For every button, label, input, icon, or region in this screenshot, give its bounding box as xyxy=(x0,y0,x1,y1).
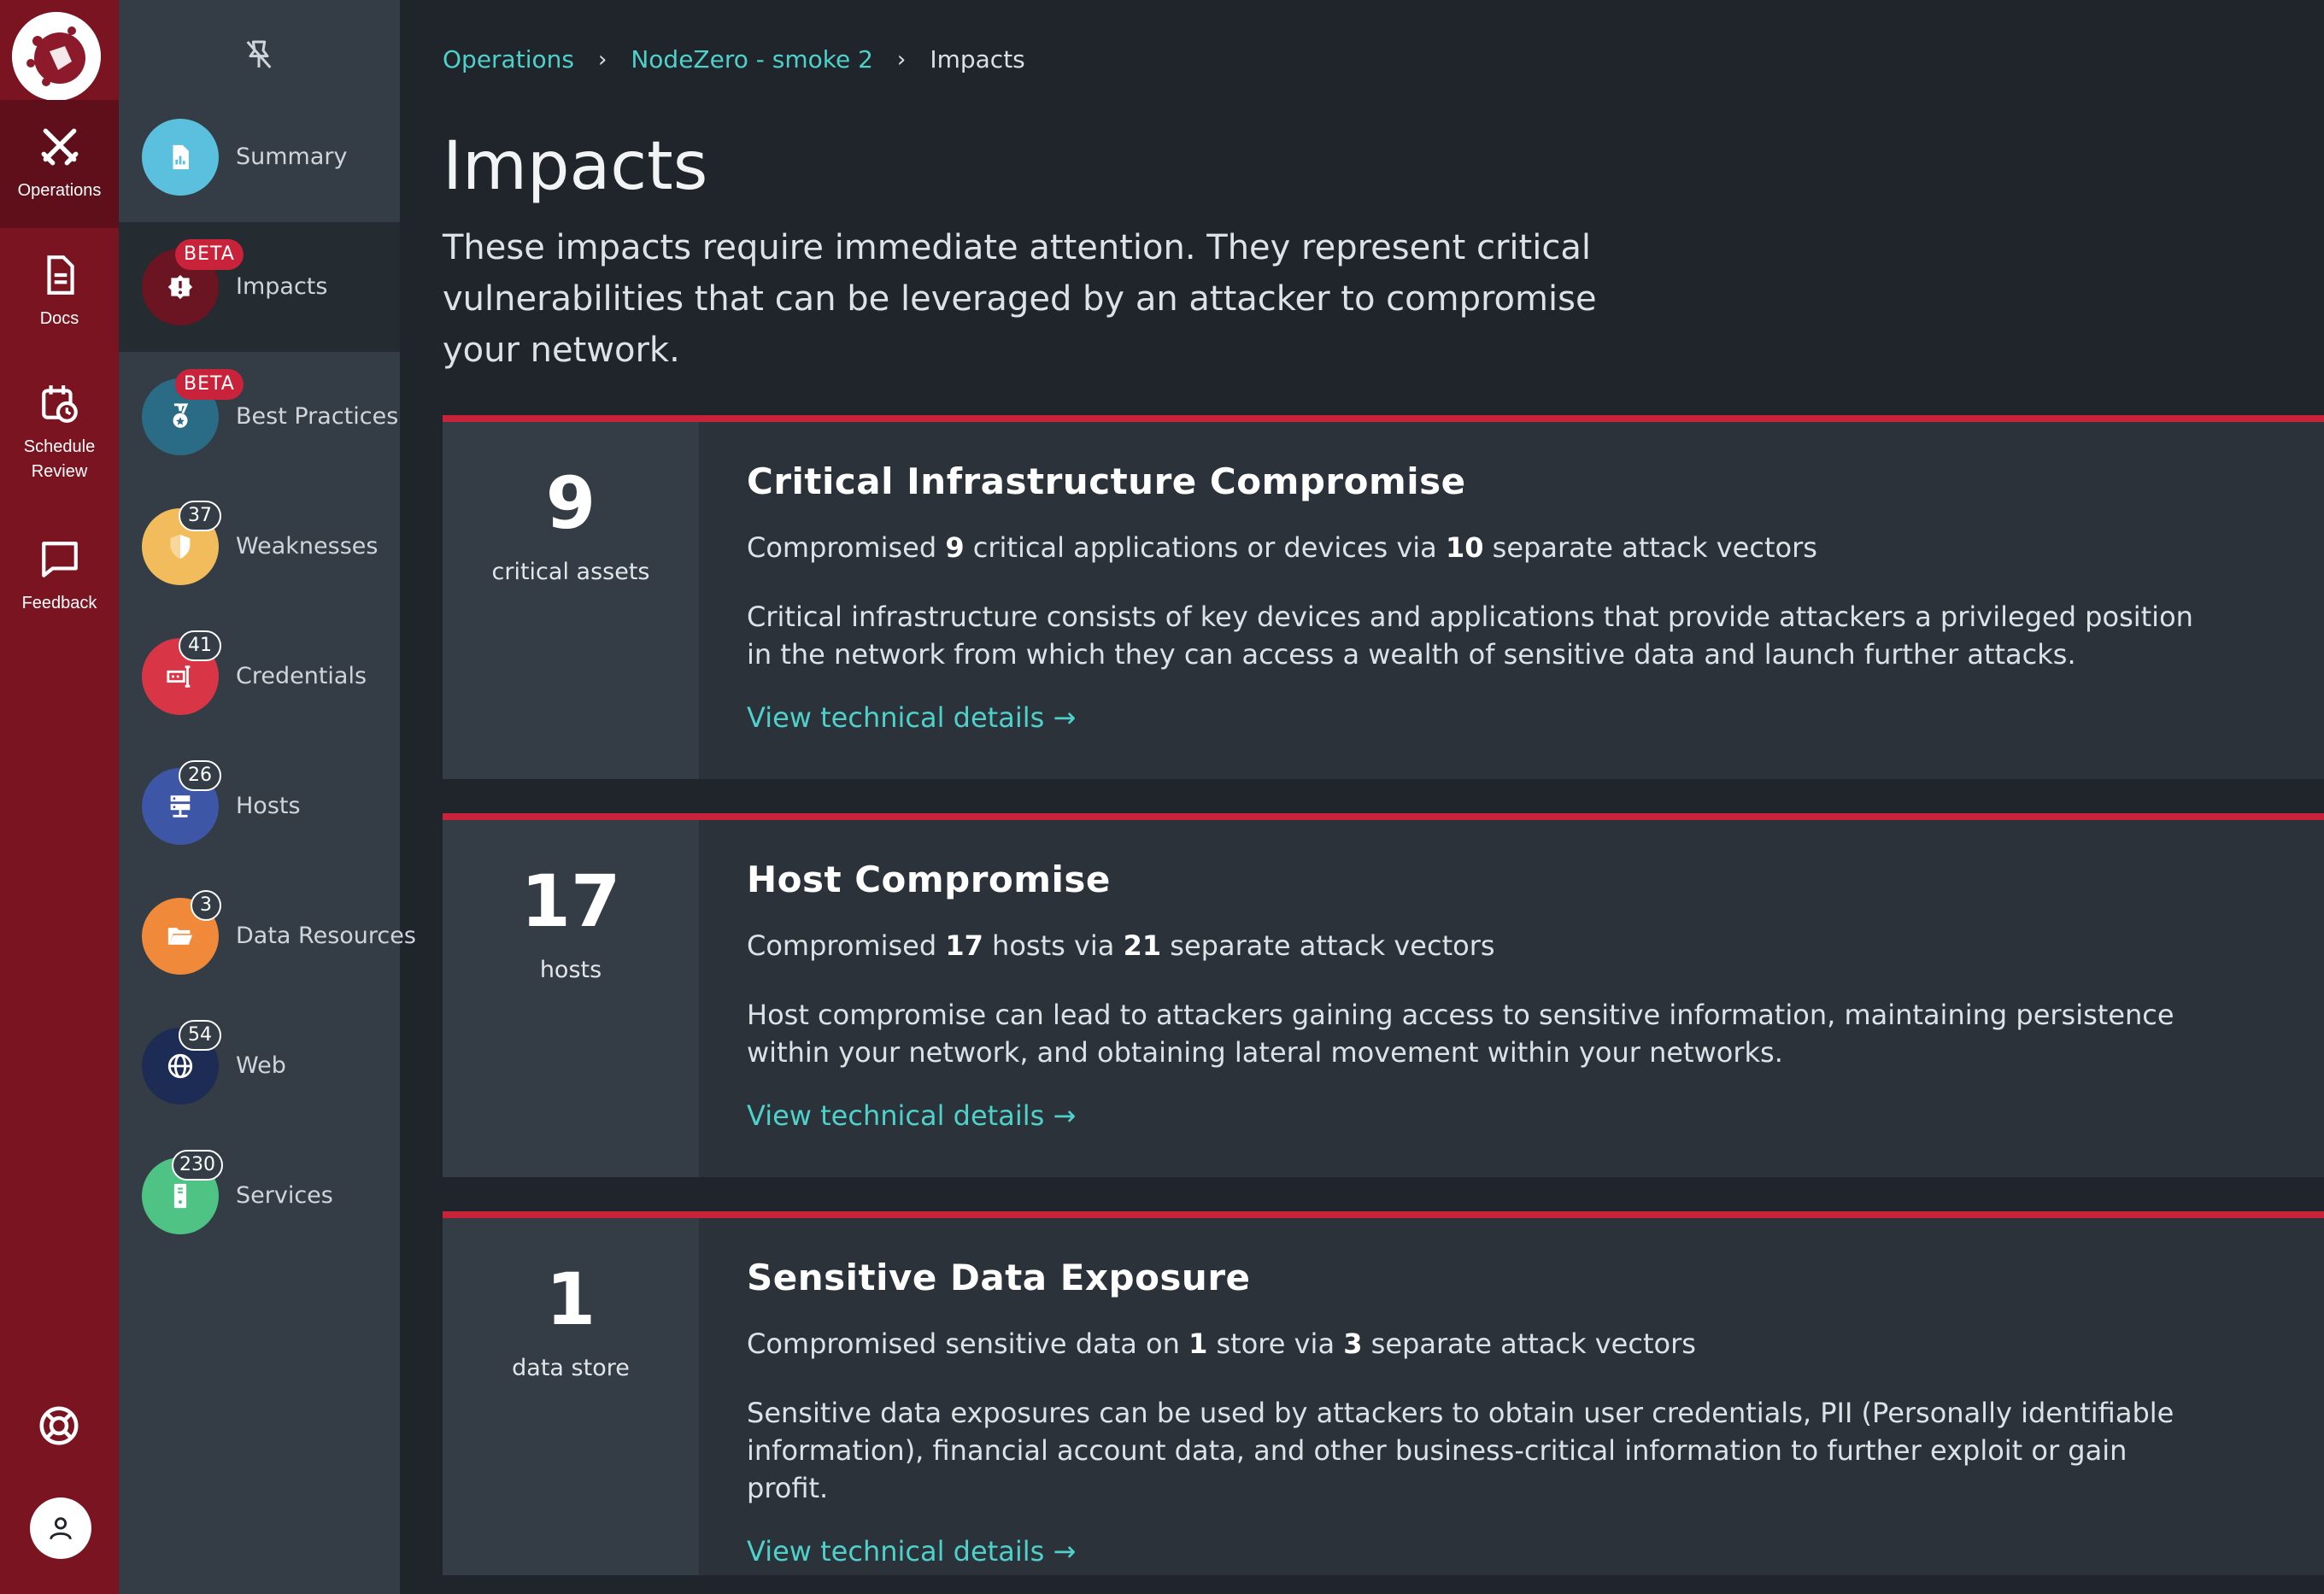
nav-label-credentials: Credentials xyxy=(236,663,367,689)
view-technical-details-link[interactable]: View technical details → xyxy=(747,1097,1076,1134)
horizon-logo-icon xyxy=(12,12,101,101)
pin-off-icon xyxy=(246,40,272,68)
impact-stat-unit: critical assets xyxy=(491,559,650,585)
nav-item-hosts[interactable]: 26 Hosts xyxy=(119,741,400,871)
nav-label-services: Services xyxy=(236,1182,333,1209)
nav-item-services[interactable]: 230 Services xyxy=(119,1131,400,1261)
beta-badge: BETA xyxy=(175,239,244,270)
impact-description: Host compromise can lead to attackers ga… xyxy=(747,999,2174,1069)
nav-item-best-practices[interactable]: BETA Best Practices xyxy=(119,352,400,482)
services-count-badge: 230 xyxy=(172,1150,223,1181)
rail-label-schedule-review: Schedule Review xyxy=(23,437,96,481)
web-count-badge: 54 xyxy=(179,1020,221,1051)
breadcrumb-separator: › xyxy=(597,47,607,73)
folder-open-icon xyxy=(167,928,193,945)
impact-card-critical-infrastructure: 9 critical assets Critical Infrastructur… xyxy=(443,415,2324,779)
weaknesses-count-badge: 37 xyxy=(179,501,221,531)
lifebuoy-icon xyxy=(39,1406,79,1445)
impact-title: Critical Infrastructure Compromise xyxy=(747,460,1466,502)
rail-item-feedback[interactable]: Feedback xyxy=(0,513,119,641)
nav-item-weaknesses[interactable]: 37 Weaknesses xyxy=(119,482,400,612)
breadcrumb-operation-name[interactable]: NodeZero - smoke 2 xyxy=(631,43,873,77)
nav-item-web[interactable]: 54 Web xyxy=(119,1001,400,1131)
brand-logo[interactable] xyxy=(12,12,101,101)
impact-body: Critical Infrastructure Compromise Compr… xyxy=(747,456,2285,736)
impact-stat-unit: data store xyxy=(512,1355,630,1381)
globe-icon xyxy=(167,1053,193,1079)
breadcrumb-current: Impacts xyxy=(930,45,1025,73)
summary-avatar xyxy=(142,119,219,196)
impact-summary: Compromised 9 critical applications or d… xyxy=(747,531,1817,564)
nav-label-hosts: Hosts xyxy=(236,793,301,819)
crossed-swords-icon xyxy=(41,128,78,165)
impact-stat-unit: hosts xyxy=(539,957,602,983)
view-technical-details-link[interactable]: View technical details → xyxy=(747,1532,1076,1570)
nav-label-data-resources: Data Resources xyxy=(236,923,416,949)
nav-item-credentials[interactable]: 41 Credentials xyxy=(119,612,400,741)
impact-title: Sensitive Data Exposure xyxy=(747,1257,1251,1298)
server-icon xyxy=(170,795,191,818)
impact-description: Critical infrastructure consists of key … xyxy=(747,601,2193,671)
impact-stat-value: 17 xyxy=(520,859,621,943)
medal-icon xyxy=(173,403,189,428)
nav-item-impacts[interactable]: BETA Impacts xyxy=(119,222,400,352)
impact-description: Sensitive data exposures can be used by … xyxy=(747,1397,2174,1504)
impact-stat: 9 critical assets xyxy=(443,422,699,779)
nav-item-data-resources[interactable]: 3 Data Resources xyxy=(119,871,416,1001)
rail-item-schedule-review[interactable]: Schedule Review xyxy=(0,369,119,497)
rail-label-operations: Operations xyxy=(17,180,102,200)
device-icon xyxy=(173,1183,187,1209)
rail-label-docs: Docs xyxy=(39,308,79,328)
page-title: Impacts xyxy=(443,128,708,205)
document-icon xyxy=(46,255,74,295)
rail-item-docs[interactable]: Docs xyxy=(0,228,119,356)
impact-stat: 1 data store xyxy=(443,1218,699,1575)
impact-title: Host Compromise xyxy=(747,859,1111,900)
impact-summary: Compromised sensitive data on 1 store vi… xyxy=(747,1327,1696,1360)
impact-stat: 17 hosts xyxy=(443,820,699,1177)
report-icon xyxy=(173,144,189,170)
user-icon xyxy=(50,1517,72,1540)
beta-badge: BETA xyxy=(175,369,244,400)
impact-body: Host Compromise Compromised 17 hosts via… xyxy=(747,854,2285,1134)
impact-card-sensitive-data: 1 data store Sensitive Data Exposure Com… xyxy=(443,1211,2324,1575)
page-description: These impacts require immediate attentio… xyxy=(443,228,1597,370)
view-technical-details-link[interactable]: View technical details → xyxy=(747,699,1076,736)
rail-label-feedback: Feedback xyxy=(21,593,97,612)
hosts-count-badge: 26 xyxy=(179,760,221,791)
nav-label-web: Web xyxy=(236,1052,286,1079)
shield-icon xyxy=(170,534,191,560)
impact-summary: Compromised 17 hosts via 21 separate att… xyxy=(747,929,1495,962)
unpin-nav-button[interactable] xyxy=(242,38,276,72)
primary-rail: Operations Docs Schedule Review Feedback xyxy=(0,0,119,1594)
calendar-clock-icon xyxy=(41,385,78,423)
credentials-count-badge: 41 xyxy=(179,630,221,661)
main-content: Operations › NodeZero - smoke 2 › Impact… xyxy=(400,0,2324,1594)
impact-stat-value: 9 xyxy=(545,461,596,545)
nav-label-impacts: Impacts xyxy=(236,273,328,300)
user-menu-button[interactable] xyxy=(30,1497,91,1559)
nav-label-weaknesses: Weaknesses xyxy=(236,533,379,560)
data-resources-count-badge: 3 xyxy=(191,890,221,921)
breadcrumb: Operations › NodeZero - smoke 2 › Impact… xyxy=(443,43,1025,77)
nav-item-summary[interactable]: Summary xyxy=(119,92,400,222)
impact-stat-value: 1 xyxy=(545,1257,596,1341)
breadcrumb-separator: › xyxy=(896,47,907,73)
nav-label-best-practices: Best Practices xyxy=(236,403,399,430)
impact-card-host-compromise: 17 hosts Host Compromise Compromised 17 … xyxy=(443,813,2324,1177)
help-button[interactable] xyxy=(36,1403,82,1449)
breadcrumb-operations[interactable]: Operations xyxy=(443,43,574,77)
rail-item-operations[interactable]: Operations xyxy=(0,100,119,228)
nav-label-summary: Summary xyxy=(236,144,348,170)
alert-badge-icon xyxy=(167,274,193,300)
chat-bubble-icon xyxy=(41,541,78,577)
password-icon xyxy=(167,665,191,688)
impact-body: Sensitive Data Exposure Compromised sens… xyxy=(747,1252,2285,1570)
